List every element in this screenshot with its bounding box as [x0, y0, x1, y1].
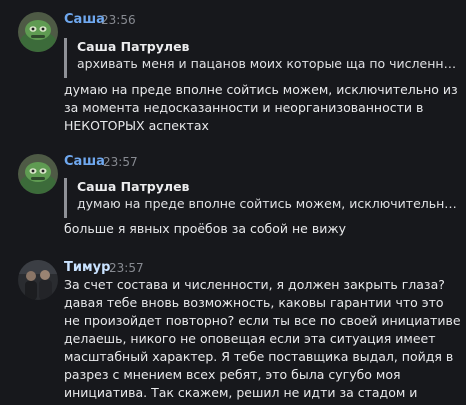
message-timestamp: 23:56 [101, 13, 136, 27]
reply-quote[interactable]: Саша Патрулев думаю на преде вполне сойт… [64, 178, 459, 218]
message-author[interactable]: Саша [64, 154, 105, 170]
chat-message: Тимур 23:57 За счет состава и численност… [0, 250, 466, 405]
reply-quote[interactable]: Саша Патрулев архивать меня и пацанов мо… [64, 38, 459, 78]
message-text: больше я явных проёбов за собой не вижу [64, 221, 346, 236]
quote-text: архивать меня и пацанов моих которые ща … [77, 56, 459, 71]
message-text: За счет состава и численности, я должен … [64, 277, 461, 400]
green-robot-avatar-icon[interactable] [18, 154, 58, 194]
message-author[interactable]: Саша [64, 12, 105, 28]
quote-author: Саша Патрулев [77, 179, 190, 194]
quote-text: думаю на преде вполне сойтись можем, иск… [77, 196, 459, 211]
message-timestamp: 23:57 [109, 261, 144, 275]
message-text: думаю на преде вполне сойтись можем, иск… [64, 82, 458, 133]
chat-log: Саша 23:56 Саша Патрулев архивать меня и… [0, 0, 466, 405]
chat-message: Саша 23:57 Саша Патрулев думаю на преде … [0, 150, 466, 250]
message-timestamp: 23:57 [103, 155, 138, 169]
green-robot-avatar-icon[interactable] [18, 12, 58, 52]
quote-author: Саша Патрулев [77, 39, 190, 54]
message-author[interactable]: Тимур [64, 260, 110, 276]
person-photo-avatar-icon[interactable] [18, 260, 58, 300]
chat-message: Саша 23:56 Саша Патрулев архивать меня и… [0, 0, 466, 150]
